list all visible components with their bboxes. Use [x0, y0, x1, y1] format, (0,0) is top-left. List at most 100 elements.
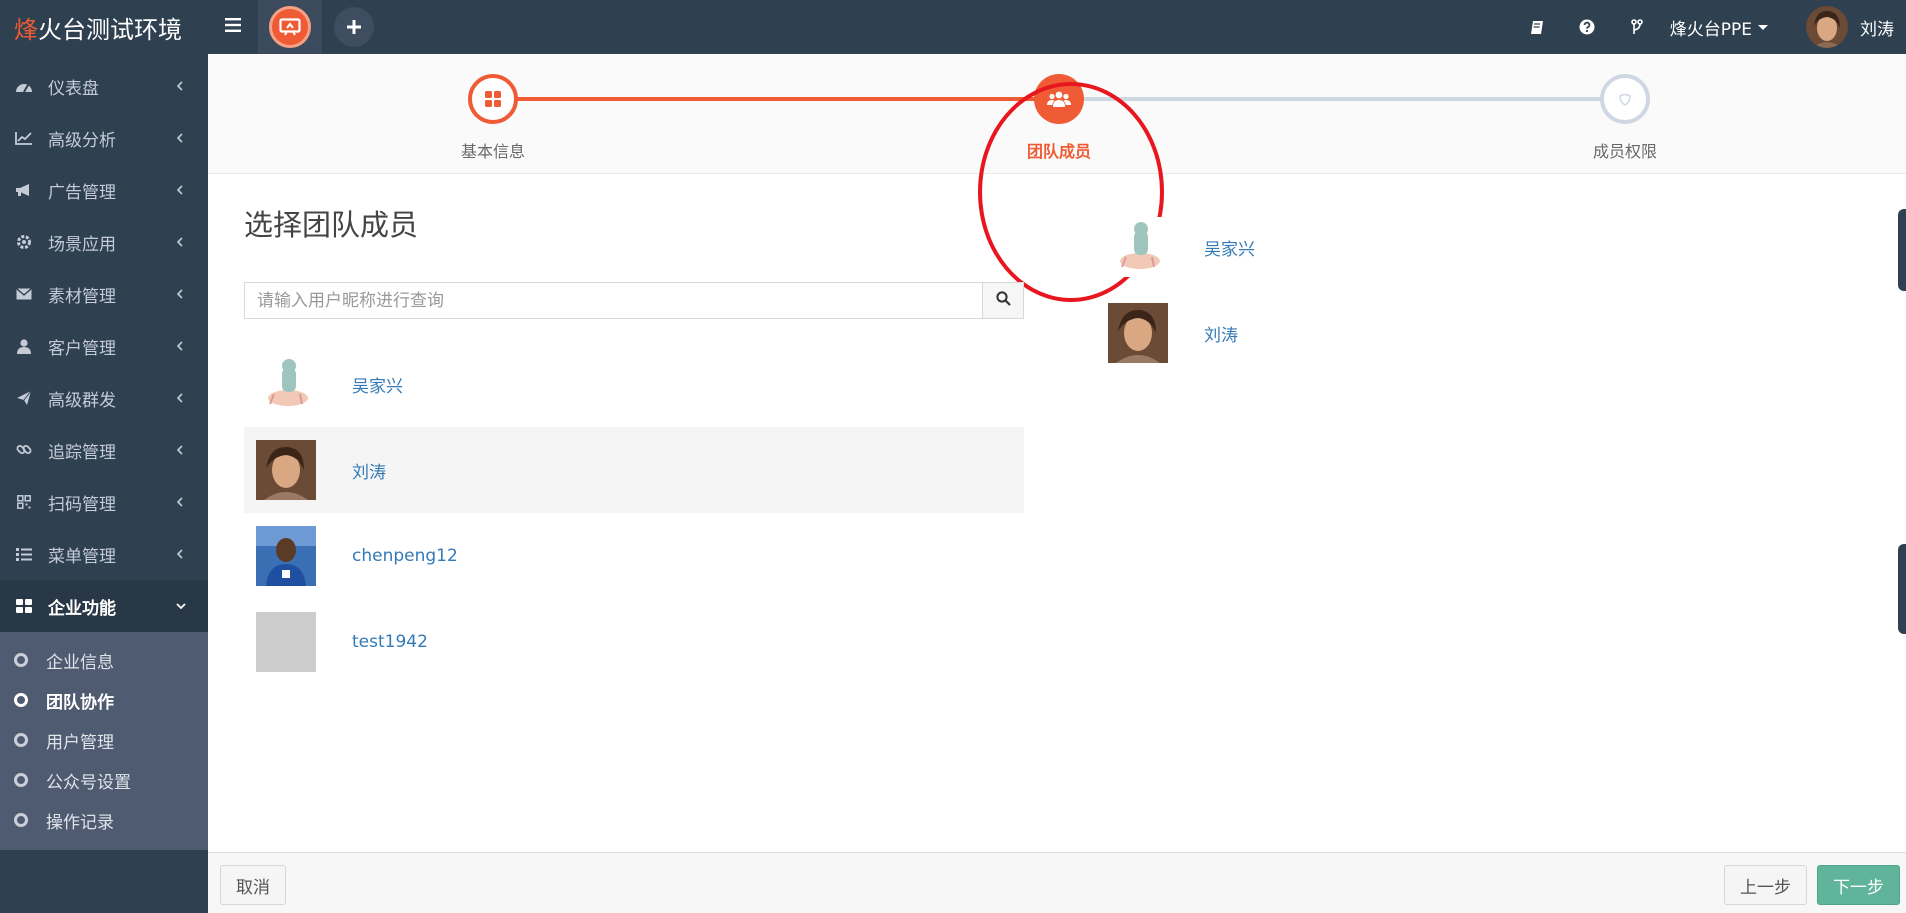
chevron-left-icon: [176, 289, 186, 299]
side-widget-handle[interactable]: [1898, 544, 1906, 634]
sidebar-item-enterprise[interactable]: 企业功能: [0, 580, 208, 632]
sidebar-item-label: 高级分析: [48, 130, 116, 151]
chevron-left-icon: [176, 133, 186, 143]
blank-avatar: [256, 612, 316, 672]
sidebar-subitem-company-info[interactable]: 企业信息: [0, 640, 208, 680]
member-search-box: [244, 282, 1024, 319]
sidebar-subitem-label: 操作记录: [46, 812, 114, 833]
top-navbar: 烽火台测试环境 烽火台PPE 刘涛: [0, 0, 1906, 54]
step-label: 团队成员: [1026, 142, 1091, 161]
help-icon[interactable]: [1562, 0, 1612, 54]
chevron-left-icon: [176, 393, 186, 403]
sidebar-subitem-label: 团队协作: [46, 692, 114, 713]
add-icon[interactable]: [334, 7, 374, 47]
step-team-members[interactable]: 团队成员: [989, 74, 1129, 162]
step-label: 成员权限: [1592, 142, 1657, 161]
sidebar-item-menus[interactable]: 菜单管理: [0, 528, 208, 580]
search-icon: [995, 290, 1011, 311]
circle-icon: [14, 773, 28, 787]
main-content: 基本信息 团队成员 成员权限 选择团队成员 请输入用户昵称进行查询 吴家兴 刘涛…: [208, 54, 1906, 913]
sidebar-item-materials[interactable]: 素材管理: [0, 268, 208, 320]
sidebar-item-broadcast[interactable]: 高级群发: [0, 372, 208, 424]
list-item[interactable]: 吴家兴: [244, 341, 1024, 427]
member-search-input[interactable]: [244, 282, 982, 319]
list-item[interactable]: 刘涛: [1108, 290, 1508, 376]
sidebar-item-qrcode[interactable]: 扫码管理: [0, 476, 208, 528]
member-name[interactable]: test1942: [352, 632, 428, 652]
sidebar-item-tracking[interactable]: 追踪管理: [0, 424, 208, 476]
qrcode-icon: [14, 492, 34, 512]
sidebar-subitem-team[interactable]: 团队协作: [0, 680, 208, 720]
sidebar-item-dashboard[interactable]: 仪表盘: [0, 60, 208, 112]
sidebar-item-ads[interactable]: 广告管理: [0, 164, 208, 216]
book-icon[interactable]: [1512, 0, 1562, 54]
gear-icon: [14, 232, 34, 252]
candidate-member-list: 吴家兴 刘涛 chenpeng12 test1942: [244, 341, 1024, 685]
sidebar-toggle-button[interactable]: [208, 0, 258, 54]
list-item[interactable]: test1942: [244, 599, 1024, 685]
sidebar-item-analytics[interactable]: 高级分析: [0, 112, 208, 164]
sidebar-subitem-logs[interactable]: 操作记录: [0, 800, 208, 840]
search-button[interactable]: [982, 282, 1024, 319]
bullhorn-icon: [14, 180, 34, 200]
cancel-button[interactable]: 取消: [220, 865, 286, 905]
screen-share-icon: [269, 6, 311, 48]
app-brand[interactable]: 烽火台测试环境: [0, 0, 208, 54]
member-name[interactable]: 刘涛: [1204, 321, 1238, 346]
circle-icon: [14, 733, 28, 747]
dashboard-icon: [14, 76, 34, 96]
user-icon: [14, 336, 34, 356]
enterprise-submenu: 企业信息 团队协作 用户管理 公众号设置 操作记录: [0, 632, 208, 850]
org-name: 烽火台PPE: [1669, 19, 1752, 40]
account-logo-tab[interactable]: [258, 0, 322, 54]
chevron-left-icon: [176, 341, 186, 351]
branch-icon[interactable]: [1612, 0, 1662, 54]
circle-icon: [14, 653, 28, 667]
sidebar-item-label: 客户管理: [48, 338, 116, 359]
wizard-footer: 取消 上一步 下一步: [208, 852, 1906, 913]
link-icon: [14, 440, 34, 460]
circle-icon: [14, 813, 28, 827]
sidebar-item-label: 高级群发: [48, 390, 116, 411]
list-icon: [14, 544, 34, 564]
step-remaining-line: [1059, 97, 1625, 101]
step-basic-info[interactable]: 基本信息: [423, 74, 563, 162]
grid-icon: [468, 74, 518, 124]
prev-step-button[interactable]: 上一步: [1724, 865, 1807, 905]
member-name[interactable]: 刘涛: [352, 458, 386, 483]
users-icon: [1034, 74, 1084, 124]
sidebar-item-customers[interactable]: 客户管理: [0, 320, 208, 372]
player-avatar: [256, 526, 316, 586]
member-name[interactable]: 吴家兴: [1204, 235, 1255, 260]
sidebar-item-scenes[interactable]: 场景应用: [0, 216, 208, 268]
sidebar-item-label: 素材管理: [48, 286, 116, 307]
chevron-left-icon: [176, 185, 186, 195]
hamburger-icon: [225, 17, 241, 37]
sidebar-item-label: 广告管理: [48, 182, 116, 203]
list-item[interactable]: 刘涛: [244, 427, 1024, 513]
step-member-permissions[interactable]: 成员权限: [1555, 74, 1695, 162]
photo-avatar: [1108, 303, 1168, 363]
list-item[interactable]: chenpeng12: [244, 513, 1024, 599]
sidebar-subitem-users[interactable]: 用户管理: [0, 720, 208, 760]
sidebar-item-label: 场景应用: [48, 234, 116, 255]
list-item[interactable]: 吴家兴: [1108, 204, 1508, 290]
caret-down-icon: [1758, 24, 1768, 30]
user-menu[interactable]: 刘涛: [1782, 6, 1906, 48]
sidebar-subitem-label: 企业信息: [46, 652, 114, 673]
side-widget-handle[interactable]: [1898, 209, 1906, 291]
sidebar-subitem-account-settings[interactable]: 公众号设置: [0, 760, 208, 800]
brand-title: 火台测试环境: [38, 15, 182, 44]
sidebar-item-label: 企业功能: [48, 598, 116, 619]
wizard-steps: 基本信息 团队成员 成员权限: [208, 54, 1906, 174]
brand-accent-char: 烽: [14, 15, 38, 44]
circle-icon: [14, 693, 28, 707]
member-name[interactable]: chenpeng12: [352, 546, 458, 566]
chevron-left-icon: [176, 81, 186, 91]
grid-icon: [14, 596, 34, 616]
org-switcher-dropdown[interactable]: 烽火台PPE: [1662, 15, 1782, 40]
next-step-button[interactable]: 下一步: [1817, 865, 1900, 905]
step-progress-line: [493, 97, 1059, 101]
member-name[interactable]: 吴家兴: [352, 372, 403, 397]
sidebar-item-label: 扫码管理: [48, 494, 116, 515]
